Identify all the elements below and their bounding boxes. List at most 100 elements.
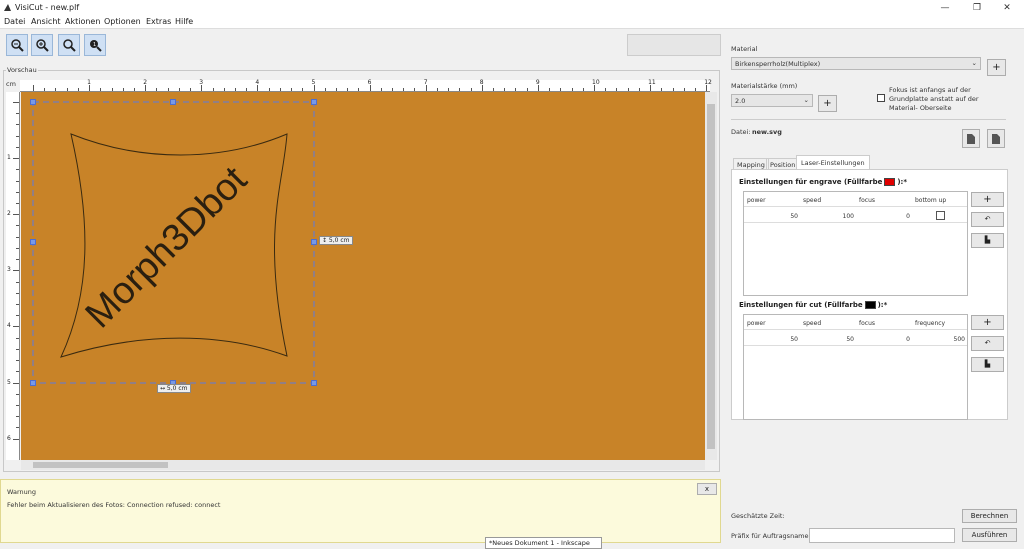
ruler-label: 6: [367, 79, 372, 86]
engrave-table[interactable]: power speed focus bottom up 50 100 0: [743, 191, 968, 296]
table-row[interactable]: 50 100 0: [744, 208, 967, 223]
table-row[interactable]: 50 50 0 500: [744, 331, 967, 346]
warning-panel: Warnung Fehler beim Aktualisieren des Fo…: [0, 479, 721, 543]
add-thickness-button[interactable]: +: [818, 95, 837, 112]
ruler-tick: [13, 158, 19, 160]
preview-canvas[interactable]: Morph3Dbot ↕ 5,0 cm ↔ 5,0 cm: [21, 92, 705, 460]
add-cut-profile-button[interactable]: +: [971, 315, 1004, 330]
resize-handle[interactable]: [170, 99, 176, 105]
open-file-button[interactable]: [987, 129, 1005, 148]
horizontal-scroll-thumb[interactable]: [33, 462, 168, 468]
focus-value[interactable]: 0: [906, 336, 910, 343]
resize-handle[interactable]: [311, 239, 317, 245]
zoom-fit-button[interactable]: [58, 34, 80, 56]
focus-label: Fokus ist anfangs auf der Grundplatte an…: [889, 86, 979, 112]
ruler-label: 2: [7, 210, 11, 218]
cut-table[interactable]: power speed focus frequency 50 50 0 500: [743, 314, 968, 420]
ruler-tick: [16, 371, 19, 373]
column-header: frequency: [915, 320, 946, 327]
column-header: speed: [803, 197, 822, 204]
ruler-tick: [358, 88, 360, 91]
ruler-tick: [470, 88, 472, 91]
warning-close-button[interactable]: x: [697, 483, 717, 495]
reset-cut-button[interactable]: ↶: [971, 336, 1004, 351]
frequency-value[interactable]: 500: [954, 336, 965, 343]
menu-hilfe[interactable]: Hilfe: [175, 17, 193, 26]
ruler-tick: [380, 88, 382, 91]
resize-handle[interactable]: [30, 239, 36, 245]
focus-value[interactable]: 0: [906, 213, 910, 220]
ruler-tick: [13, 270, 19, 272]
zoom-info-icon: 1: [90, 40, 102, 52]
power-value[interactable]: 50: [790, 336, 798, 343]
tab-laser-settings[interactable]: Laser-Einstellungen: [796, 155, 870, 170]
speed-value[interactable]: 50: [846, 336, 854, 343]
thickness-select[interactable]: 2.0 ⌄: [731, 94, 813, 107]
ruler-tick: [100, 88, 102, 91]
ruler-tick: [335, 88, 337, 91]
add-material-button[interactable]: +: [987, 59, 1006, 76]
close-button[interactable]: ✕: [992, 0, 1022, 16]
ruler-tick: [16, 202, 19, 204]
resize-handle[interactable]: [30, 99, 36, 105]
save-icon: ▙: [984, 236, 991, 244]
menu-optionen[interactable]: Optionen: [104, 17, 141, 26]
focus-checkbox[interactable]: [877, 94, 885, 102]
calculate-button[interactable]: Berechnen: [962, 509, 1017, 523]
job-prefix-input[interactable]: [809, 528, 955, 543]
ruler-tick: [616, 88, 618, 91]
design-text: Morph3Dbot: [78, 158, 256, 336]
undo-icon: ↶: [984, 339, 991, 347]
ruler-tick: [16, 404, 19, 406]
ruler-tick: [55, 88, 57, 91]
column-header: power: [747, 320, 766, 327]
resize-handle[interactable]: [311, 380, 317, 386]
ruler-label: 3: [199, 79, 204, 86]
ruler-label: 12: [704, 79, 712, 86]
maximize-button[interactable]: ❐: [962, 0, 992, 16]
speed-value[interactable]: 100: [843, 213, 854, 220]
ruler-tick: [459, 88, 461, 91]
resize-handle[interactable]: [30, 380, 36, 386]
reset-engrave-button[interactable]: ↶: [971, 212, 1004, 227]
material-select[interactable]: Birkensperrholz(Multiplex) ⌄: [731, 57, 981, 70]
zoom-info-button[interactable]: 1: [84, 34, 106, 56]
ruler-tick: [16, 427, 19, 429]
save-cut-button[interactable]: ▙: [971, 357, 1004, 372]
ruler-unit: cm: [6, 80, 16, 88]
bottom-up-checkbox[interactable]: [936, 211, 945, 220]
ruler-label: 5: [7, 378, 11, 386]
preview-label: Vorschau: [6, 66, 38, 74]
ruler-tick: [403, 88, 405, 91]
ruler-tick: [13, 438, 19, 440]
ruler-label: 8: [479, 79, 484, 86]
horizontal-scrollbar[interactable]: [21, 460, 705, 470]
add-engrave-profile-button[interactable]: +: [971, 192, 1004, 207]
zoom-in-button[interactable]: [31, 34, 53, 56]
ruler-tick: [16, 113, 19, 115]
vertical-scrollbar[interactable]: [705, 92, 717, 460]
minimize-button[interactable]: —: [930, 0, 960, 16]
ruler-tick: [526, 88, 528, 91]
resize-handle[interactable]: [311, 99, 317, 105]
menu-ansicht[interactable]: Ansicht: [31, 17, 61, 26]
menu-extras[interactable]: Extras: [146, 17, 171, 26]
zoom-out-icon: [11, 39, 24, 52]
menu-aktionen[interactable]: Aktionen: [65, 17, 100, 26]
ruler-tick: [16, 292, 19, 294]
ruler-tick: [66, 88, 68, 91]
power-value[interactable]: 50: [790, 213, 798, 220]
ruler-tick: [16, 315, 19, 317]
menu-datei[interactable]: Datei: [4, 17, 25, 26]
zoom-out-button[interactable]: [6, 34, 28, 56]
undo-icon: ↶: [984, 215, 991, 223]
ruler-label: 5: [311, 79, 316, 86]
divider: [731, 119, 1006, 120]
design-shape[interactable]: Morph3Dbot: [21, 92, 705, 460]
material-value: Birkensperrholz(Multiplex): [735, 60, 821, 68]
vertical-scroll-thumb[interactable]: [707, 104, 715, 449]
run-button[interactable]: Ausführen: [962, 528, 1017, 542]
ruler-tick: [392, 88, 394, 91]
save-engrave-button[interactable]: ▙: [971, 233, 1004, 248]
new-file-button[interactable]: [962, 129, 980, 148]
